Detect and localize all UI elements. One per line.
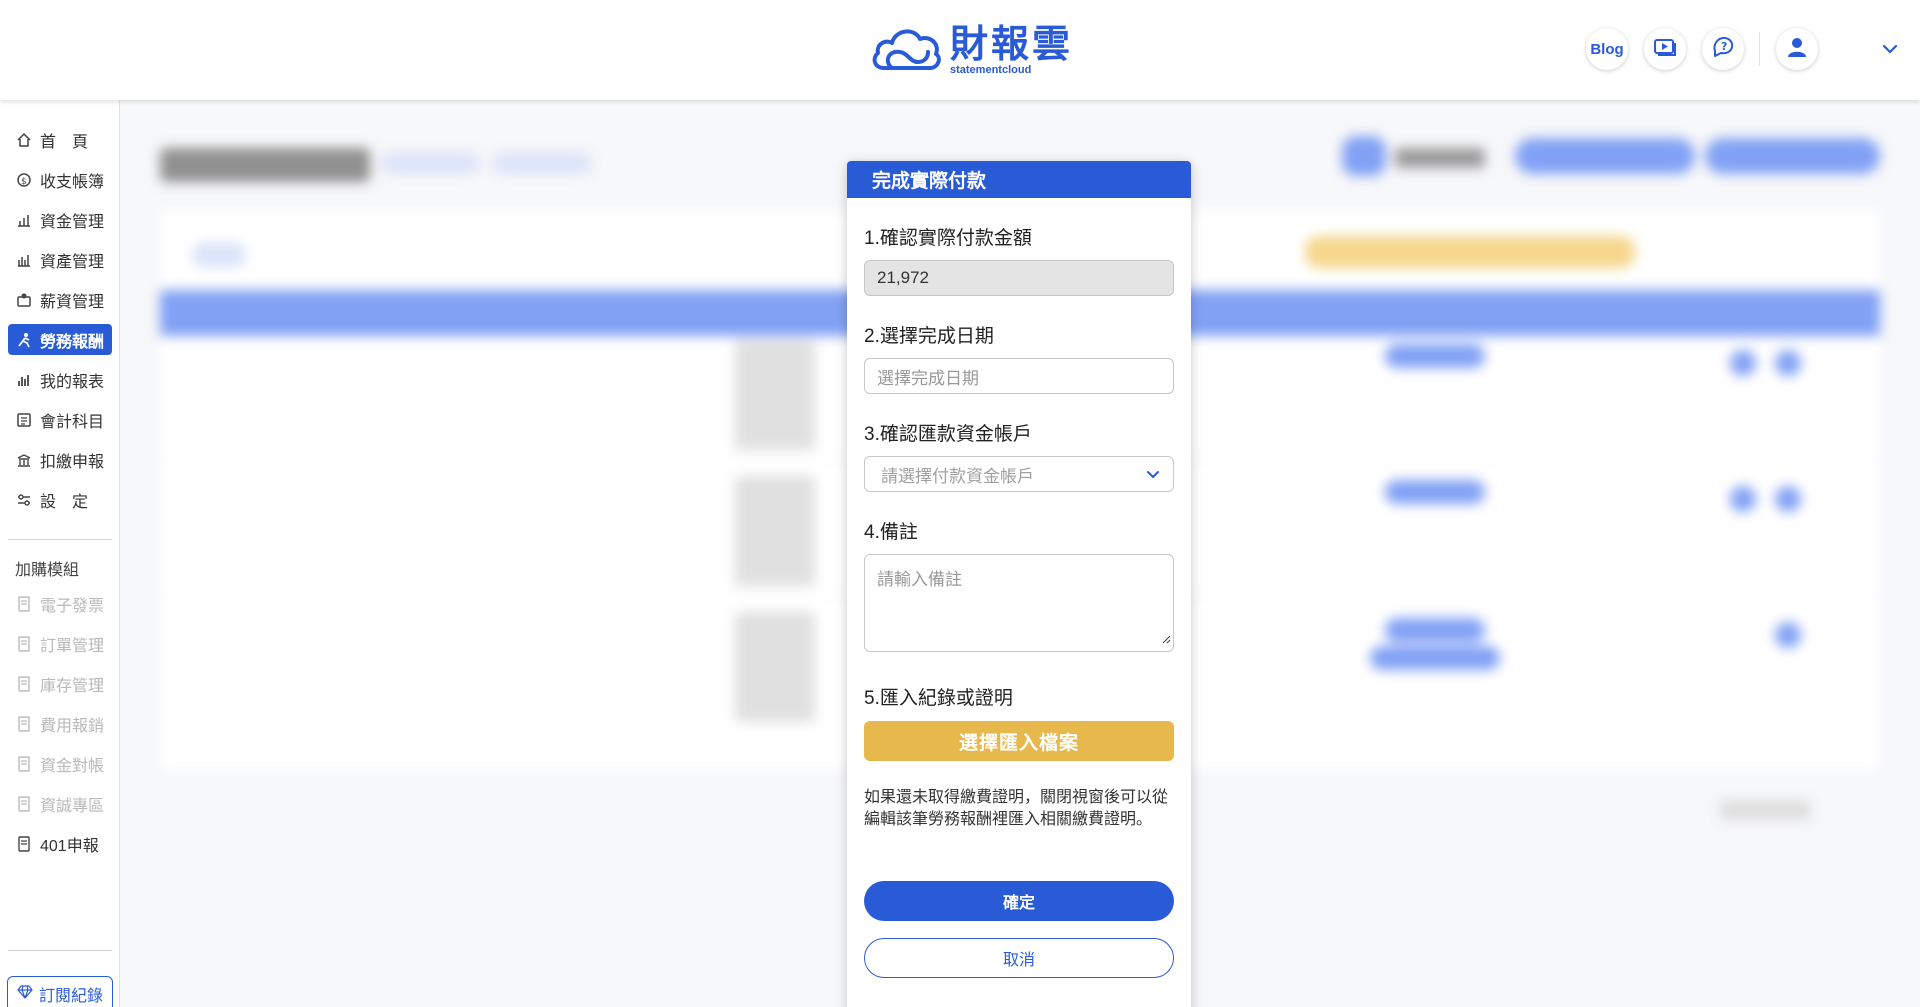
sidebar-item-payroll[interactable]: 薪資管理: [8, 284, 112, 315]
home-icon: [15, 131, 33, 149]
sidebar-item-e-invoice[interactable]: 電子發票: [8, 588, 112, 619]
sidebar-divider: [8, 539, 112, 540]
top-header: 財報雲 statementcloud Blog ?: [0, 0, 1920, 100]
date-label: 2.選擇完成日期: [864, 326, 994, 347]
chevron-down-icon: [1145, 466, 1161, 487]
header-divider: [1759, 32, 1760, 66]
upload-hint-text: 如果還未取得繳費證明，關閉視窗後可以從編輯該筆勞務報酬裡匯入相關繳費證明。: [864, 789, 1169, 828]
sidebar-item-401[interactable]: 401申報: [8, 828, 112, 859]
brand-logo[interactable]: 財報雲 statementcloud: [870, 22, 1073, 79]
amount-label: 1.確認實際付款金額: [864, 228, 1032, 249]
sidebar-item-reconciliation[interactable]: 資金對帳: [8, 748, 112, 779]
accounts-icon: [15, 411, 33, 429]
sidebar-item-report[interactable]: 我的報表: [8, 364, 112, 395]
ledger-icon: $: [15, 171, 33, 189]
cancel-button[interactable]: 取消: [864, 938, 1174, 978]
svg-text:$: $: [21, 177, 27, 187]
withholding-icon: [15, 451, 33, 469]
asset-icon: [15, 251, 33, 269]
logo-english-name: statementcloud: [950, 64, 1032, 76]
upload-label: 5.匯入紀錄或證明: [864, 688, 1013, 709]
document-icon: [15, 595, 33, 613]
addon-section-title: 加購模組: [15, 562, 80, 579]
sidebar-item-pwc[interactable]: 資誠專區: [8, 788, 112, 819]
select-import-file-button[interactable]: 選擇匯入檔案: [864, 721, 1174, 761]
completion-date-input[interactable]: 選擇完成日期: [864, 358, 1174, 394]
labor-icon: [15, 331, 33, 349]
document-icon: [15, 675, 33, 693]
video-tutorial-button[interactable]: [1644, 28, 1686, 70]
sidebar-item-inventory[interactable]: 庫存管理: [8, 668, 112, 699]
sidebar-item-expense[interactable]: 費用報銷: [8, 708, 112, 739]
document-icon: [15, 795, 33, 813]
note-label: 4.備註: [864, 522, 918, 543]
subscription-record-button[interactable]: 訂閱紀錄: [7, 976, 113, 1007]
resize-grip-icon[interactable]: [1161, 629, 1171, 649]
sidebar-item-ledger[interactable]: $ 收支帳簿: [8, 164, 112, 195]
sidebar-item-labor[interactable]: 勞務報酬: [8, 324, 112, 355]
sidebar-item-accounts[interactable]: 會計科目: [8, 404, 112, 435]
modal-title: 完成實際付款: [847, 161, 1191, 198]
document-icon: [15, 755, 33, 773]
document-icon: [15, 715, 33, 733]
sidebar: 首 頁 $ 收支帳簿 資金管理 資產管理 薪資管理 勞務報酬 我的報表 會計科目…: [0, 100, 120, 1007]
video-tutorial-icon: [1653, 37, 1677, 61]
sidebar-item-fund[interactable]: 資金管理: [8, 204, 112, 235]
settings-icon: [15, 491, 33, 509]
report-icon: [15, 371, 33, 389]
blog-button[interactable]: Blog: [1586, 28, 1628, 70]
user-avatar-button[interactable]: [1776, 28, 1818, 70]
complete-payment-modal: 完成實際付款 1.確認實際付款金額 21,972 2.選擇完成日期 選擇完成日期…: [847, 161, 1191, 1007]
support-chat-button[interactable]: ?: [1702, 28, 1744, 70]
logo-chinese-name: 財報雲: [950, 22, 1074, 66]
sidebar-item-asset[interactable]: 資產管理: [8, 244, 112, 275]
account-menu-chevron[interactable]: [1880, 40, 1900, 60]
confirm-button[interactable]: 確定: [864, 881, 1174, 921]
user-icon: [1786, 36, 1808, 62]
amount-field: 21,972: [864, 260, 1174, 296]
account-label: 3.確認匯款資金帳戶: [864, 424, 1032, 445]
support-chat-icon: ?: [1711, 35, 1735, 63]
diamond-icon: [17, 984, 33, 1004]
cloud-logo-icon: [870, 22, 944, 79]
payment-account-select[interactable]: 請選擇付款資金帳戶: [864, 456, 1174, 492]
sidebar-item-settings[interactable]: 設 定: [8, 484, 112, 515]
svg-text:?: ?: [1721, 40, 1727, 53]
document-icon: [15, 835, 33, 853]
sidebar-item-withholding[interactable]: 扣繳申報: [8, 444, 112, 475]
document-icon: [15, 635, 33, 653]
fund-icon: [15, 211, 33, 229]
sidebar-divider: [8, 950, 112, 951]
sidebar-item-home[interactable]: 首 頁: [8, 124, 112, 155]
sidebar-item-orders[interactable]: 訂單管理: [8, 628, 112, 659]
chevron-down-icon: [1882, 41, 1898, 59]
note-textarea[interactable]: 請輸入備註: [864, 554, 1174, 652]
payroll-icon: [15, 291, 33, 309]
